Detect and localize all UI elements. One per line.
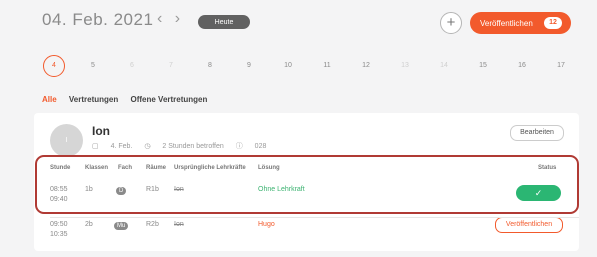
column-header: Fach <box>118 165 133 171</box>
next-arrow-icon[interactable]: › <box>175 10 180 27</box>
column-header: Räume <box>146 165 167 171</box>
day-item[interactable]: 7 <box>160 55 182 77</box>
room-cell: R1b <box>146 186 159 193</box>
avatar: I <box>50 124 83 157</box>
time-start: 09:50 <box>50 221 68 228</box>
card-meta: ▢ 4. Feb. ◷ 2 Stunden betroffen ⓘ 028 <box>92 141 276 151</box>
today-button[interactable]: Heute <box>198 15 250 29</box>
solution-cell[interactable]: Hugo <box>258 221 275 228</box>
prev-arrow-icon[interactable]: ‹ <box>157 10 162 27</box>
calendar-icon: ▢ <box>92 143 99 150</box>
add-button[interactable]: + <box>440 12 462 34</box>
table-row[interactable]: 08:55 09:40 1b D R1b Ion Ohne Lehrkraft … <box>50 185 565 208</box>
filter-substitutions[interactable]: Vertretungen <box>69 95 118 104</box>
column-header: Status <box>538 165 557 171</box>
header-date: 04. Feb. 2021 <box>42 10 154 29</box>
day-item[interactable]: 17 <box>550 55 572 77</box>
class-cell: 2b <box>85 221 93 228</box>
day-item[interactable]: 5 <box>82 55 104 77</box>
column-header: Lösung <box>258 165 280 171</box>
day-strip: 4 5 6 7 8 9 10 11 12 13 14 15 16 17 <box>0 55 597 77</box>
check-icon: ✓ <box>534 188 543 198</box>
day-item[interactable]: 13 <box>394 55 416 77</box>
subject-chip: D <box>116 187 127 195</box>
publish-count-badge: 12 <box>544 17 562 29</box>
day-item[interactable]: 12 <box>355 55 377 77</box>
id-meta: 028 <box>254 143 267 150</box>
solution-cell[interactable]: Ohne Lehrkraft <box>258 186 305 193</box>
class-cell: 1b <box>85 186 93 193</box>
day-item[interactable]: 8 <box>199 55 221 77</box>
time-start: 08:55 <box>50 186 68 193</box>
clock-icon: ◷ <box>144 143 151 150</box>
publish-button[interactable]: Veröffentlichen 12 <box>470 12 571 34</box>
room-cell: R2b <box>146 221 159 228</box>
info-icon: ⓘ <box>235 143 243 150</box>
status-confirmed-button[interactable]: ✓ <box>516 185 561 201</box>
teacher-card: I Ion ▢ 4. Feb. ◷ 2 Stunden betroffen ⓘ … <box>34 113 579 251</box>
day-item[interactable]: 9 <box>238 55 260 77</box>
teacher-name: Ion <box>92 124 110 138</box>
date-meta: 4. Feb. <box>110 143 133 150</box>
column-header: Ursprüngliche Lehrkräfte <box>174 165 246 171</box>
table-row[interactable]: 09:50 10:35 2b Mu R2b Ion Hugo Veröffent… <box>50 217 565 243</box>
date-navigation: ‹ › <box>157 10 188 28</box>
time-end: 10:35 <box>50 231 68 238</box>
day-item[interactable]: 10 <box>277 55 299 77</box>
filter-open-substitutions[interactable]: Offene Vertretungen <box>130 95 207 104</box>
column-header: Stunde <box>50 165 71 171</box>
day-item[interactable]: 6 <box>121 55 143 77</box>
day-item[interactable]: 15 <box>472 55 494 77</box>
row-divider <box>50 217 579 218</box>
filter-all[interactable]: Alle <box>42 95 57 104</box>
original-teacher-cell: Ion <box>174 221 184 228</box>
day-item[interactable]: 11 <box>316 55 338 77</box>
row-publish-button[interactable]: Veröffentlichen <box>495 217 563 233</box>
filter-tabs: Alle Vertretungen Offene Vertretungen <box>42 95 217 104</box>
time-end: 09:40 <box>50 196 68 203</box>
edit-button[interactable]: Bearbeiten <box>510 125 564 141</box>
hours-meta: 2 Stunden betroffen <box>162 143 224 150</box>
column-header: Klassen <box>85 165 109 171</box>
day-item[interactable]: 16 <box>511 55 533 77</box>
subject-chip: Mu <box>114 222 129 230</box>
original-teacher-cell: Ion <box>174 186 184 193</box>
publish-label: Veröffentlichen <box>480 18 533 28</box>
day-item[interactable]: 4 <box>43 55 65 77</box>
day-item[interactable]: 14 <box>433 55 455 77</box>
